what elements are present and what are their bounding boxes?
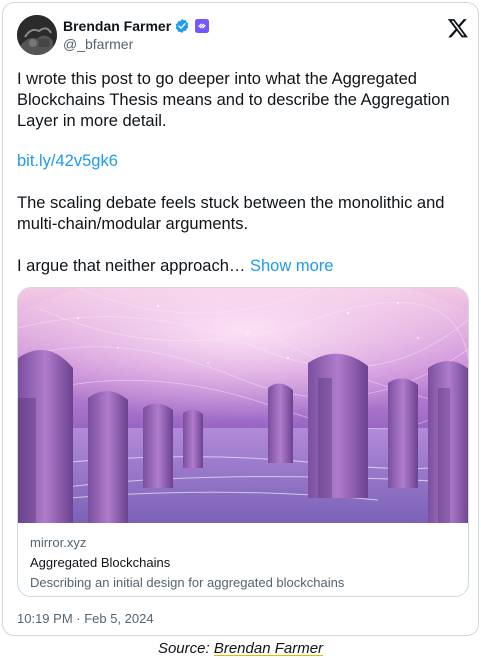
tweet-link[interactable]: bit.ly/42v5gk6: [17, 152, 118, 171]
link-card-image: [18, 288, 468, 523]
link-card-title: Aggregated Blockchains: [30, 555, 171, 570]
tweet-card: Brendan Farmer @_bfarmer I wrote this po…: [2, 2, 479, 636]
caption-prefix: Source:: [157, 640, 214, 657]
tweet-paragraph-3-text: I argue that neither approach…: [17, 257, 246, 275]
tweet-timestamp[interactable]: 10:19 PM · Feb 5, 2024: [17, 611, 154, 626]
display-name[interactable]: Brendan Farmer: [63, 18, 171, 34]
link-preview-card[interactable]: mirror.xyz Aggregated Blockchains Descri…: [17, 287, 469, 597]
affiliate-badge-icon: [195, 19, 210, 33]
avatar[interactable]: [17, 15, 57, 55]
handle[interactable]: @_bfarmer: [63, 36, 133, 52]
link-card-domain: mirror.xyz: [30, 535, 87, 550]
show-more-link[interactable]: Show more: [250, 257, 333, 275]
tweet-paragraph-3: I argue that neither approach… Show more: [17, 256, 467, 277]
source-caption: Source: Brendan Farmer: [0, 640, 481, 657]
caption-source-link[interactable]: Brendan Farmer: [214, 640, 323, 657]
link-card-meta: mirror.xyz Aggregated Blockchains Descri…: [30, 534, 460, 591]
verified-badge-icon: [174, 18, 190, 34]
tweet-paragraph-1: I wrote this post to go deeper into what…: [17, 70, 450, 130]
tweet-paragraph-2: The scaling debate feels stuck between t…: [17, 194, 445, 233]
x-logo-icon[interactable]: [447, 17, 469, 39]
name-row: Brendan Farmer: [63, 17, 210, 35]
tweet-header: Brendan Farmer @_bfarmer: [17, 15, 469, 59]
link-card-description: Describing an initial design for aggrega…: [30, 575, 345, 590]
